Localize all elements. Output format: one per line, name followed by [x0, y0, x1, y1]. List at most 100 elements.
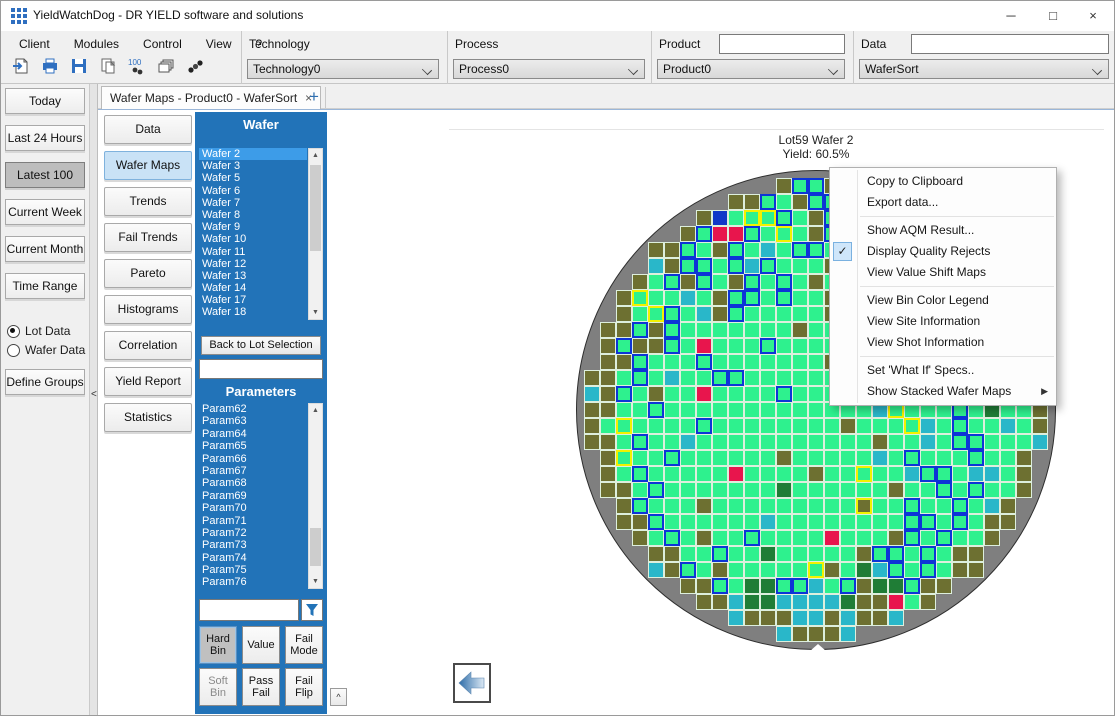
die[interactable] [904, 562, 920, 578]
die[interactable] [792, 610, 808, 626]
die[interactable] [840, 514, 856, 530]
die[interactable] [776, 322, 792, 338]
die[interactable] [648, 498, 664, 514]
die[interactable] [664, 386, 680, 402]
die[interactable] [728, 274, 744, 290]
die[interactable] [1000, 482, 1016, 498]
scroll-down-icon[interactable]: ▼ [309, 578, 322, 585]
die[interactable] [616, 450, 632, 466]
die[interactable] [744, 546, 760, 562]
die[interactable] [1016, 450, 1032, 466]
die[interactable] [760, 370, 776, 386]
sidebar-button-latest-100[interactable]: Latest 100 [5, 162, 85, 188]
die[interactable] [664, 274, 680, 290]
die[interactable] [728, 562, 744, 578]
new-tab-button[interactable]: + [303, 87, 326, 108]
die[interactable] [760, 226, 776, 242]
die[interactable] [840, 610, 856, 626]
die[interactable] [744, 194, 760, 210]
die[interactable] [680, 450, 696, 466]
die[interactable] [712, 450, 728, 466]
die[interactable] [712, 466, 728, 482]
die[interactable] [648, 450, 664, 466]
die[interactable] [680, 386, 696, 402]
radio-icon[interactable] [7, 325, 20, 338]
die[interactable] [824, 434, 840, 450]
die[interactable] [936, 514, 952, 530]
die[interactable] [776, 274, 792, 290]
die[interactable] [904, 594, 920, 610]
context-menu-item-view-value-shift-maps[interactable]: View Value Shift Maps [830, 262, 1056, 283]
wafer-list-item[interactable]: Wafer 17 [199, 294, 307, 306]
die[interactable] [968, 514, 984, 530]
die[interactable] [744, 386, 760, 402]
die[interactable] [952, 498, 968, 514]
die[interactable] [792, 562, 808, 578]
die[interactable] [776, 386, 792, 402]
hard-bin-button[interactable]: Hard Bin [199, 626, 237, 664]
die[interactable] [760, 194, 776, 210]
die[interactable] [840, 466, 856, 482]
die[interactable] [584, 434, 600, 450]
die[interactable] [920, 546, 936, 562]
die[interactable] [632, 514, 648, 530]
die[interactable] [760, 466, 776, 482]
die[interactable] [856, 418, 872, 434]
wafer-list-item[interactable]: Wafer 10 [199, 233, 307, 245]
die[interactable] [696, 578, 712, 594]
die[interactable] [776, 466, 792, 482]
die[interactable] [808, 386, 824, 402]
die[interactable] [760, 306, 776, 322]
menu-item-modules[interactable]: Modules [64, 34, 129, 54]
radio-lot-data[interactable]: Lot Data [7, 324, 89, 338]
die[interactable] [760, 210, 776, 226]
die[interactable] [792, 306, 808, 322]
die[interactable] [776, 546, 792, 562]
die[interactable] [920, 466, 936, 482]
die[interactable] [616, 306, 632, 322]
die[interactable] [632, 434, 648, 450]
die[interactable] [968, 482, 984, 498]
die[interactable] [696, 594, 712, 610]
die[interactable] [648, 258, 664, 274]
die[interactable] [1000, 450, 1016, 466]
die[interactable] [728, 386, 744, 402]
die[interactable] [664, 466, 680, 482]
die[interactable] [808, 578, 824, 594]
die[interactable] [664, 242, 680, 258]
die[interactable] [728, 498, 744, 514]
die[interactable] [904, 466, 920, 482]
die[interactable] [616, 482, 632, 498]
wafer-list-item[interactable]: Wafer 8 [199, 209, 307, 221]
die[interactable] [600, 434, 616, 450]
die[interactable] [744, 482, 760, 498]
previous-wafer-button[interactable] [453, 663, 491, 703]
die[interactable] [680, 338, 696, 354]
die[interactable] [744, 466, 760, 482]
die[interactable] [808, 498, 824, 514]
die[interactable] [984, 434, 1000, 450]
die[interactable] [744, 274, 760, 290]
wafer-list-item[interactable]: Wafer 6 [199, 185, 307, 197]
die[interactable] [744, 514, 760, 530]
die[interactable] [648, 242, 664, 258]
copy-icon[interactable] [98, 56, 118, 76]
die[interactable] [696, 274, 712, 290]
die[interactable] [712, 322, 728, 338]
die[interactable] [840, 530, 856, 546]
die[interactable] [760, 482, 776, 498]
die[interactable] [696, 466, 712, 482]
die[interactable] [776, 482, 792, 498]
die[interactable] [872, 418, 888, 434]
parameter-list-item[interactable]: Param76 [199, 576, 307, 588]
tab-yield-report[interactable]: Yield Report [104, 367, 192, 396]
die[interactable] [712, 210, 728, 226]
die[interactable] [616, 322, 632, 338]
filter-button[interactable] [301, 599, 323, 621]
die[interactable] [776, 306, 792, 322]
die[interactable] [648, 402, 664, 418]
wafer-list-item[interactable]: Wafer 9 [199, 221, 307, 233]
die[interactable] [680, 274, 696, 290]
parameter-filter-input[interactable] [199, 599, 299, 621]
tab-histograms[interactable]: Histograms [104, 295, 192, 324]
